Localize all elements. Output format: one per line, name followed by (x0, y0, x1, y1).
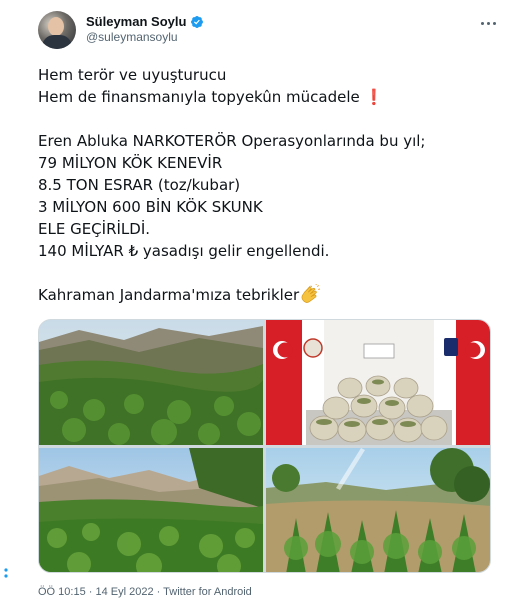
tweet-line: ELE GEÇİRİLDİ. (38, 220, 151, 238)
photo-seized-sacks-display[interactable] (266, 320, 490, 445)
tweet-line: 8.5 TON ESRAR (toz/kubar) (38, 176, 241, 194)
tweet-line: 140 MİLYAR ₺ yasadışı gelir engellendi. (38, 242, 330, 260)
media-grid (38, 319, 491, 573)
photo-cannabis-field-sunlight[interactable] (266, 448, 490, 572)
avatar[interactable] (38, 11, 76, 49)
tweet-text: Hem terör ve uyuşturucu Hem de finansman… (38, 64, 488, 306)
tweet-line: Hem terör ve uyuşturucu (38, 66, 227, 84)
user-handle[interactable]: @suleymansoylu (86, 30, 178, 44)
verified-badge-icon (191, 15, 204, 28)
photo-cannabis-field-valley[interactable] (39, 448, 263, 572)
tweet-line: Hem de finansmanıyla topyekûn mücadele ❗ (38, 86, 488, 108)
tweet-line: Kahraman Jandarma'mıza tebrikler (38, 284, 488, 306)
photo-cannabis-field-mountain[interactable] (39, 320, 263, 445)
clapping-hands-icon (301, 284, 321, 303)
tweet-line: Eren Abluka NARKOTERÖR Operasyonlarında … (38, 132, 426, 150)
tweet-line-text: Hem de finansmanıyla topyekûn mücadele (38, 88, 360, 106)
tweet: Süleyman Soylu @suleymansoylu Hem terör … (0, 0, 512, 600)
tweet-line: 3 MİLYON 600 BİN KÖK SKUNK (38, 198, 263, 216)
display-name[interactable]: Süleyman Soylu (86, 14, 186, 29)
more-options-icon[interactable] (478, 17, 498, 29)
tweet-line: 79 MİLYON KÖK KENEVİR (38, 154, 223, 172)
tweet-header: Süleyman Soylu @suleymansoylu (38, 8, 498, 52)
side-indicator-icon (4, 568, 8, 578)
tweet-meta[interactable]: ÖÖ 10:15 · 14 Eyl 2022 · Twitter for And… (38, 586, 252, 598)
exclamation-emoji: ❗ (364, 88, 384, 106)
tweet-line-text: Kahraman Jandarma'mıza tebrikler (38, 286, 300, 304)
author-name-row: Süleyman Soylu (86, 14, 204, 29)
